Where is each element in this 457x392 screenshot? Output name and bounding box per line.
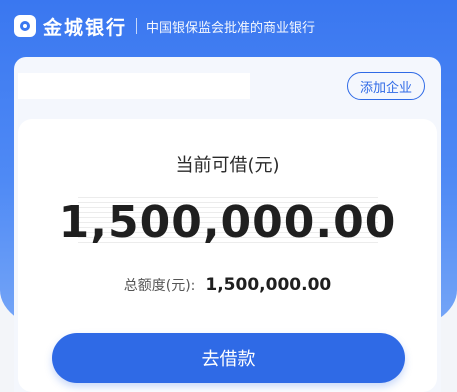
loan-card: 当前可借(元) 1,500,000.00 总额度(元): 1,500,000.0… [18,119,437,392]
brand-divider [136,18,138,34]
total-credit-label: 总额度(元): [123,278,196,294]
company-row: 添加企业 [14,57,441,115]
total-credit-value: 1,500,000.00 [205,275,332,295]
available-credit-amount: 1,500,000.00 [58,197,397,248]
add-company-button[interactable]: 添加企业 [346,72,425,100]
borrow-button[interactable]: 去借款 [52,333,405,383]
bank-slogan: 中国银保监会批准的商业银行 [146,20,316,36]
available-credit-label: 当前可借(元) [175,155,280,176]
bank-name: 金城银行 [43,16,128,39]
total-credit-row: 总额度(元): 1,500,000.00 [18,275,437,295]
company-name-field[interactable] [18,73,250,99]
bank-logo-icon [14,15,36,37]
loan-panel: 添加企业 当前可借(元) 1,500,000.00 总额度(元): 1,500,… [14,57,441,392]
brand-bar: 金城银行 中国银保监会批准的商业银行 [0,0,457,52]
